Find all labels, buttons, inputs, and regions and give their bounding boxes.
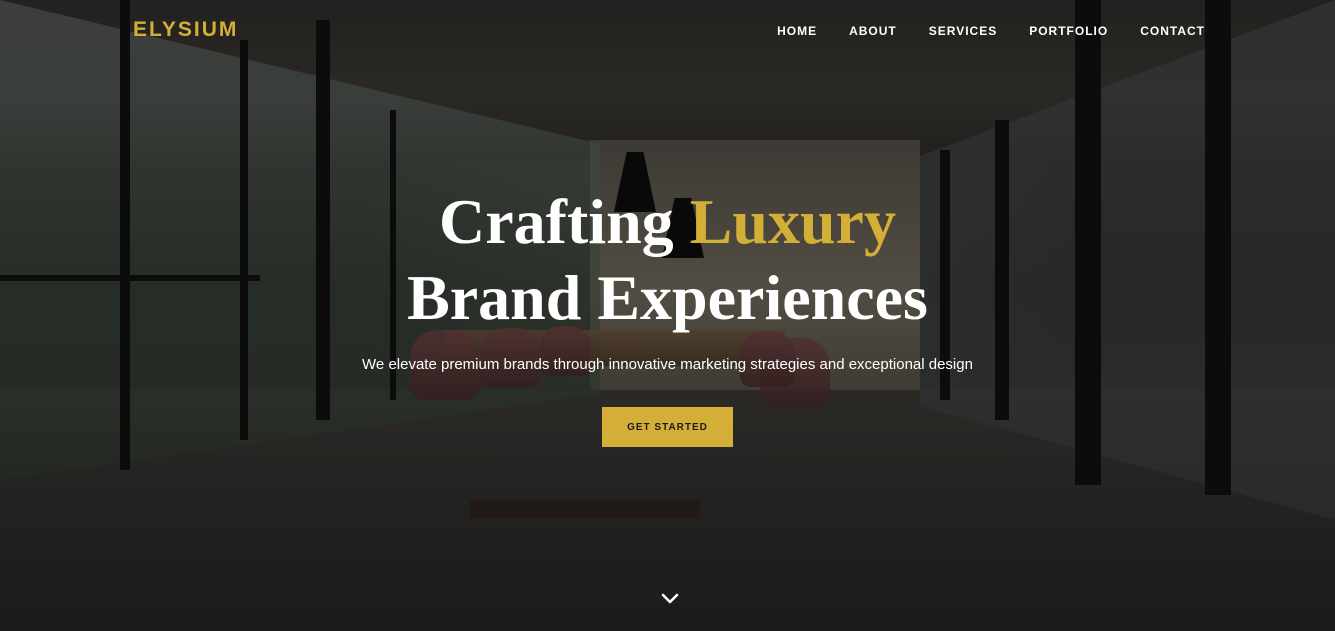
nav-item-contact[interactable]: CONTACT — [1140, 24, 1205, 38]
chevron-down-icon-svg — [661, 593, 679, 604]
hero-title: Crafting Luxury Brand Experiences — [0, 184, 1335, 336]
nav-item-about[interactable]: ABOUT — [849, 24, 897, 38]
nav-item-portfolio[interactable]: PORTFOLIO — [1029, 24, 1108, 38]
nav-item-services[interactable]: SERVICES — [929, 24, 997, 38]
site-logo[interactable]: ELYSIUM — [133, 18, 238, 42]
hero-title-line2: Brand Experiences — [407, 262, 928, 333]
hero-title-accent: Luxury — [689, 186, 896, 257]
hero-content: Crafting Luxury Brand Experiences We ele… — [0, 184, 1335, 447]
hero-subtitle: We elevate premium brands through innova… — [362, 356, 973, 373]
hero-title-plain: Crafting — [439, 186, 690, 257]
nav-item-home[interactable]: HOME — [777, 24, 817, 38]
hero-section: ELYSIUM HOME ABOUT SERVICES PORTFOLIO CO… — [0, 0, 1335, 631]
hero-title-line1: Crafting Luxury — [439, 186, 896, 257]
get-started-button[interactable]: GET STARTED — [602, 407, 733, 447]
chevron-down-icon[interactable] — [659, 588, 681, 610]
main-nav: HOME ABOUT SERVICES PORTFOLIO CONTACT — [777, 24, 1205, 38]
